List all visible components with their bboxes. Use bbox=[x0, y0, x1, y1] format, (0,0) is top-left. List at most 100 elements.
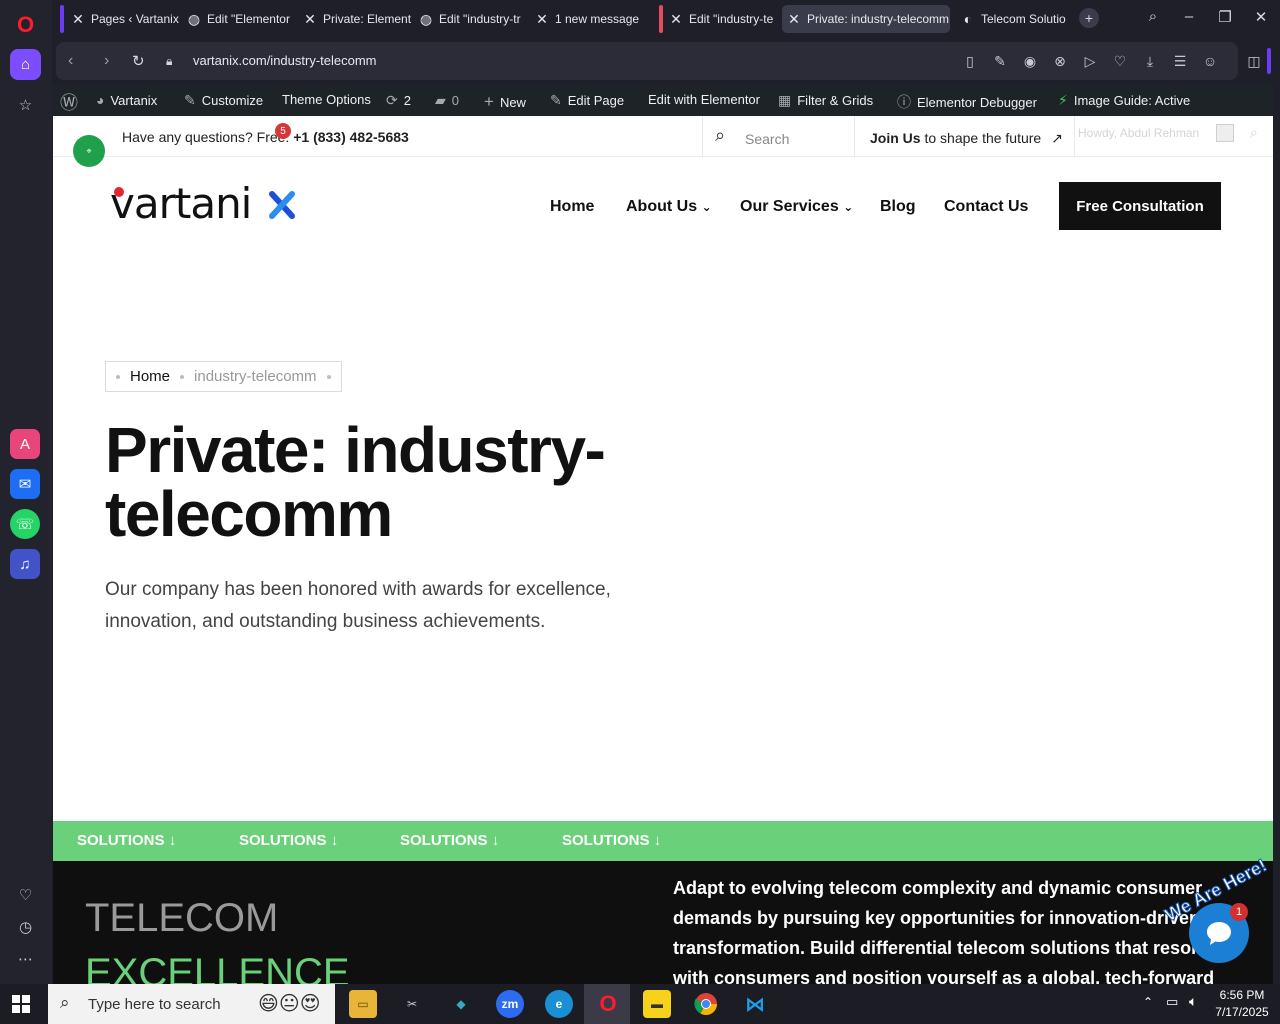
nav-our-services[interactable]: Our Services ⌄ bbox=[740, 198, 853, 216]
minimize-icon[interactable]: – bbox=[1178, 8, 1200, 25]
messenger-icon[interactable]: ✉ bbox=[10, 469, 40, 499]
tab-pages[interactable]: ✕ Pages ‹ Vartanix bbox=[70, 5, 182, 33]
wp-edit-page[interactable]: ✎ Edit Page bbox=[550, 92, 624, 109]
tray-chevron-icon[interactable]: ⌃ bbox=[1143, 995, 1153, 1009]
solutions-link[interactable]: SOLUTIONS ↓ bbox=[239, 832, 338, 849]
join-us-link[interactable]: Join Us to shape the future ↗ bbox=[870, 130, 1063, 147]
arrow-down-icon: ↓ bbox=[168, 832, 177, 849]
avatar[interactable] bbox=[1216, 124, 1234, 142]
section-title-excellence: EXCELLENCE bbox=[85, 951, 350, 984]
url-text[interactable]: vartanix.com/industry-telecomm bbox=[193, 53, 377, 68]
sidebar-accent bbox=[1267, 48, 1271, 74]
tab-edit-industry-tr[interactable]: ◍ Edit "industry-tr bbox=[418, 5, 528, 33]
wp-image-guide[interactable]: ⚡ Image Guide: Active bbox=[1058, 92, 1190, 109]
solutions-link[interactable]: SOLUTIONS ↓ bbox=[562, 832, 661, 849]
wp-site-name[interactable]: ◕ Vartanix bbox=[96, 92, 157, 108]
nav-contact-us[interactable]: Contact Us bbox=[944, 198, 1028, 216]
aria-app-icon[interactable]: A bbox=[10, 429, 40, 459]
free-consultation-button[interactable]: Free Consultation bbox=[1059, 182, 1221, 230]
wp-updates[interactable]: ⟳ 2 bbox=[386, 92, 411, 109]
easy-setup-icon[interactable]: ☰ bbox=[1171, 53, 1189, 70]
wordpress-logo[interactable]: Ⓦ bbox=[60, 92, 84, 115]
vscode-icon[interactable]: ⋈ bbox=[741, 990, 769, 1018]
solutions-link[interactable]: SOLUTIONS ↓ bbox=[400, 832, 499, 849]
heart-icon[interactable]: ♡ bbox=[1111, 53, 1129, 70]
chrome-icon[interactable] bbox=[692, 990, 720, 1018]
taskbar-search[interactable]: ⌕ Type here to search 😄😐😍 bbox=[48, 984, 335, 1024]
nav-blog[interactable]: Blog bbox=[880, 198, 916, 216]
wp-new[interactable]: + New bbox=[484, 92, 526, 112]
taskbar-clock[interactable]: 6:56 PM 7/17/2025 bbox=[1210, 987, 1274, 1021]
nav-home[interactable]: Home bbox=[550, 198, 594, 216]
tab-new-message[interactable]: ✕ 1 new message bbox=[534, 5, 644, 33]
search-tabs-icon[interactable]: ⌕ bbox=[1142, 8, 1164, 25]
wp-edit-with-elementor[interactable]: Edit with Elementor bbox=[648, 92, 760, 107]
extensions-cube-icon[interactable]: ◫ bbox=[1245, 53, 1263, 70]
c-icon: ◐ bbox=[963, 11, 973, 27]
history-clock-icon[interactable]: ◷ bbox=[10, 911, 41, 942]
tab-private-industry-telecomm[interactable]: ✕ Private: industry-telecomm bbox=[782, 5, 950, 33]
reader-icon[interactable]: ▯ bbox=[961, 53, 979, 70]
vartanix-logo: vartani bbox=[110, 179, 295, 228]
profile-icon[interactable]: ☺ bbox=[1201, 53, 1219, 69]
reload-icon[interactable]: ↻ bbox=[132, 52, 145, 70]
site-logo[interactable]: vartani bbox=[110, 178, 300, 231]
comment-icon: ▰ bbox=[435, 92, 446, 108]
zoom-icon[interactable]: zm bbox=[496, 990, 524, 1018]
tab-private-element[interactable]: ✕ Private: Element bbox=[302, 5, 412, 33]
snipping-tool-icon[interactable]: ✂ bbox=[398, 990, 426, 1018]
app-diamond-icon[interactable]: ◆ bbox=[447, 990, 475, 1018]
phone-number[interactable]: +1 (833) 482-5683 bbox=[293, 129, 409, 145]
network-icon[interactable]: ▭ bbox=[1166, 994, 1178, 1010]
accessibility-button-icon[interactable]: ⌖ bbox=[73, 135, 105, 167]
x-icon: ✕ bbox=[536, 10, 548, 27]
edge-icon[interactable]: e bbox=[545, 990, 573, 1018]
info-icon: ⓘ bbox=[897, 94, 911, 110]
heart-icon[interactable]: ♡ bbox=[10, 879, 41, 910]
site-search-input[interactable]: Search bbox=[745, 131, 789, 147]
whatsapp-icon[interactable]: ☏ bbox=[10, 509, 40, 539]
opera-taskbar-icon[interactable]: O bbox=[594, 990, 622, 1018]
solutions-band: SOLUTIONS ↓ SOLUTIONS ↓ SOLUTIONS ↓ SOLU… bbox=[53, 821, 1273, 861]
sticky-notes-icon[interactable]: ▬ bbox=[643, 990, 671, 1018]
howdy-user[interactable]: Howdy, Abdul Rehman bbox=[1078, 126, 1199, 140]
tab-telecom-solutions[interactable]: ◐ Telecom Solutio bbox=[960, 5, 1070, 33]
address-bar-row: ‹ › ↻ 🔒︎ vartanix.com/industry-telecomm … bbox=[52, 40, 1280, 82]
play-icon[interactable]: ▷ bbox=[1081, 53, 1099, 70]
wp-theme-options[interactable]: Theme Options bbox=[282, 92, 371, 107]
updates-icon: ⟳ bbox=[386, 92, 398, 108]
forward-icon[interactable]: › bbox=[104, 52, 109, 70]
music-player-icon[interactable]: ♫ bbox=[10, 549, 40, 579]
solutions-link[interactable]: SOLUTIONS ↓ bbox=[77, 832, 176, 849]
camera-icon[interactable]: ◉ bbox=[1021, 53, 1039, 70]
star-icon[interactable]: ☆ bbox=[10, 89, 41, 120]
web-page: ⌖ Have any questions? Free: +1 (833) 482… bbox=[53, 116, 1273, 984]
wp-comments[interactable]: ▰ 0 bbox=[435, 92, 459, 109]
windows-start-icon[interactable] bbox=[12, 995, 30, 1018]
wp-filter-grids[interactable]: ▦ Filter & Grids bbox=[778, 92, 873, 109]
restore-icon[interactable]: ❐ bbox=[1214, 8, 1236, 26]
lock-icon[interactable]: 🔒︎ bbox=[166, 54, 172, 69]
file-explorer-icon[interactable]: ▭ bbox=[349, 990, 377, 1018]
new-tab-plus-icon[interactable]: + bbox=[1079, 8, 1099, 28]
volume-icon[interactable]: 🔈︎ bbox=[1189, 993, 1197, 1010]
wp-elementor-debugger[interactable]: ⓘ Elementor Debugger bbox=[897, 92, 1037, 112]
admin-search-icon[interactable]: ⌕ bbox=[1250, 124, 1258, 141]
x-icon: ✕ bbox=[304, 10, 316, 27]
breadcrumb-home[interactable]: Home bbox=[130, 368, 170, 385]
adblock-icon[interactable]: ⊗ bbox=[1051, 53, 1069, 70]
tab-edit-elementor[interactable]: ◍ Edit "Elementor bbox=[186, 5, 296, 33]
tab-edit-industry-te[interactable]: ✕ Edit "industry-te bbox=[668, 5, 778, 33]
nav-about-us[interactable]: About Us ⌄ bbox=[626, 198, 712, 216]
home-icon[interactable]: ⌂ bbox=[10, 49, 41, 80]
telecom-section: TELECOM EXCELLENCE Adapt to evolving tel… bbox=[53, 861, 1273, 984]
edit-snapshot-icon[interactable]: ✎ bbox=[991, 53, 1009, 70]
search-icon[interactable]: ⌕ bbox=[715, 125, 725, 146]
download-icon[interactable]: ⤓ bbox=[1141, 53, 1159, 70]
back-icon[interactable]: ‹ bbox=[68, 52, 73, 70]
address-bar[interactable]: ‹ › ↻ 🔒︎ vartanix.com/industry-telecomm … bbox=[56, 42, 1238, 80]
opera-logo-icon[interactable]: O bbox=[10, 9, 41, 40]
close-window-icon[interactable]: ✕ bbox=[1250, 8, 1272, 26]
more-options-icon[interactable]: ⋯ bbox=[10, 943, 41, 974]
wp-customize[interactable]: ✎ Customize bbox=[184, 92, 263, 109]
